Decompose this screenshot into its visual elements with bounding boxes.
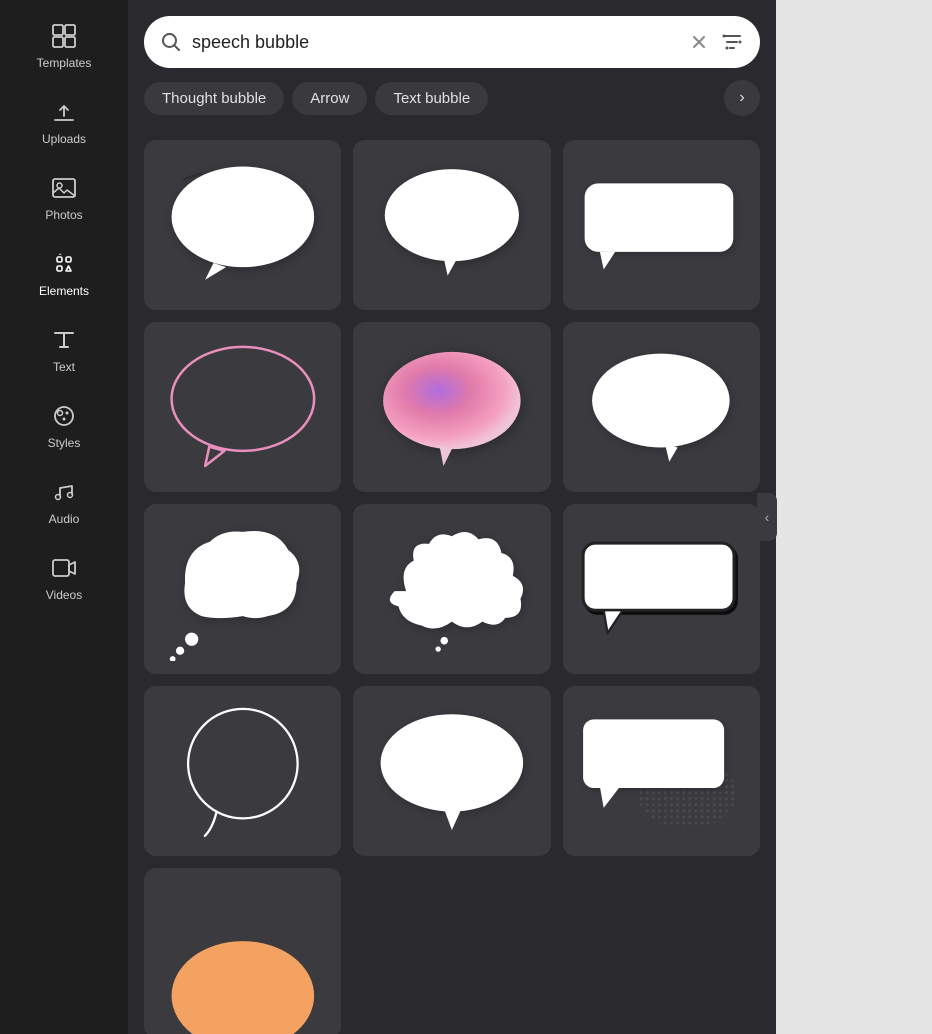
bubbles-grid	[128, 132, 776, 1034]
sidebar-photos-label: Photos	[45, 208, 82, 222]
bubble-item-3[interactable]	[563, 140, 760, 310]
bubble-item-5[interactable]	[353, 322, 550, 492]
search-icon	[160, 31, 182, 53]
sidebar: Templates Uploads Photos Elements	[0, 0, 128, 1034]
sidebar-videos-label: Videos	[46, 588, 82, 602]
search-query[interactable]: speech bubble	[192, 32, 678, 53]
sidebar-item-styles[interactable]: Styles	[0, 388, 128, 464]
chip-thought-bubble[interactable]: Thought bubble	[144, 82, 284, 115]
bubble-item-2[interactable]	[353, 140, 550, 310]
bubble-item-7[interactable]	[144, 504, 341, 674]
styles-icon	[50, 402, 78, 430]
canvas-area[interactable]	[776, 0, 932, 1034]
search-bar: speech bubble	[144, 16, 760, 68]
templates-icon	[50, 22, 78, 50]
chips-next-button[interactable]: ›	[724, 80, 760, 116]
text-icon	[50, 326, 78, 354]
sidebar-item-photos[interactable]: Photos	[0, 160, 128, 236]
bubble-item-11[interactable]	[353, 686, 550, 856]
sidebar-item-templates[interactable]: Templates	[0, 8, 128, 84]
sidebar-styles-label: Styles	[48, 436, 81, 450]
bubble-item-12[interactable]	[563, 686, 760, 856]
sidebar-text-label: Text	[53, 360, 75, 374]
bubble-item-1[interactable]	[144, 140, 341, 310]
sidebar-audio-label: Audio	[49, 512, 80, 526]
bubble-item-13[interactable]	[144, 868, 341, 1034]
elements-icon	[50, 250, 78, 278]
audio-icon	[50, 478, 78, 506]
sidebar-templates-label: Templates	[37, 56, 92, 70]
uploads-icon	[50, 98, 78, 126]
search-clear-button[interactable]	[688, 31, 710, 53]
sidebar-elements-label: Elements	[39, 284, 89, 298]
sidebar-item-uploads[interactable]: Uploads	[0, 84, 128, 160]
sidebar-item-elements[interactable]: Elements	[0, 236, 128, 312]
elements-panel: speech bubble Thought bubble Arrow Text …	[128, 0, 776, 1034]
bubble-item-9[interactable]	[563, 504, 760, 674]
bubble-item-8[interactable]	[353, 504, 550, 674]
sidebar-item-text[interactable]: Text	[0, 312, 128, 388]
sidebar-item-videos[interactable]: Videos	[0, 540, 128, 616]
bubble-item-10[interactable]	[144, 686, 341, 856]
search-container: speech bubble	[128, 0, 776, 80]
bubble-item-4[interactable]	[144, 322, 341, 492]
filter-chips: Thought bubble Arrow Text bubble ›	[128, 80, 776, 132]
search-filter-button[interactable]	[720, 30, 744, 54]
chip-text-bubble[interactable]: Text bubble	[375, 82, 488, 115]
bubble-item-6[interactable]	[563, 322, 760, 492]
chip-arrow[interactable]: Arrow	[292, 82, 367, 115]
videos-icon	[50, 554, 78, 582]
panel-collapse-button[interactable]: ‹	[757, 493, 777, 541]
sidebar-uploads-label: Uploads	[42, 132, 86, 146]
photos-icon	[50, 174, 78, 202]
sidebar-item-audio[interactable]: Audio	[0, 464, 128, 540]
